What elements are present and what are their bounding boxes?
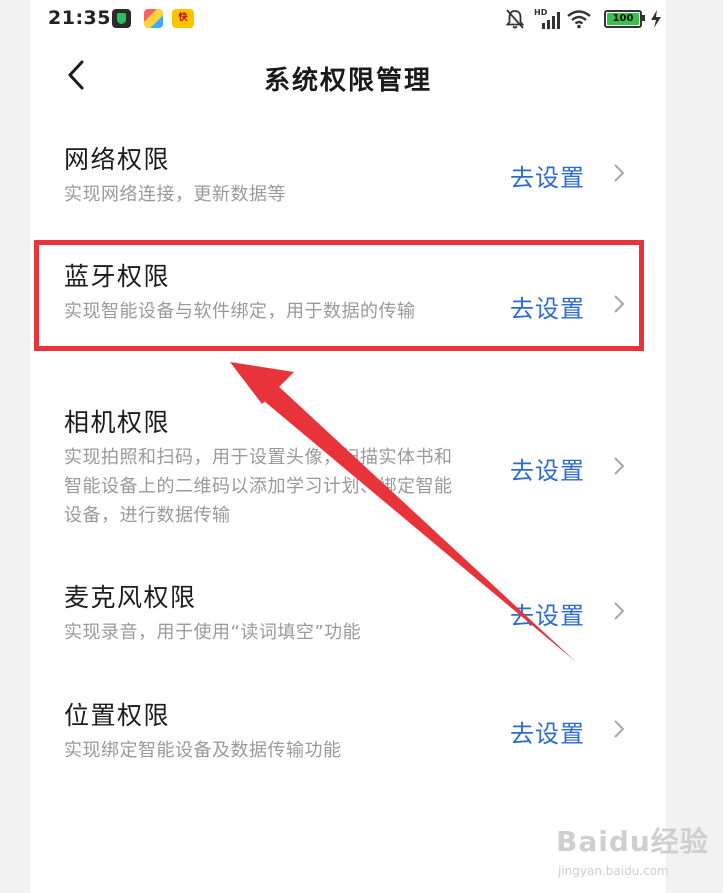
- annotation-arrow-icon: [230, 362, 576, 662]
- watermark-main: Baidu经验: [556, 825, 709, 858]
- watermark-sub: jingyan.baidu.com: [558, 864, 669, 878]
- baidu-watermark: Baidu经验 jingyan.baidu.com: [556, 820, 716, 890]
